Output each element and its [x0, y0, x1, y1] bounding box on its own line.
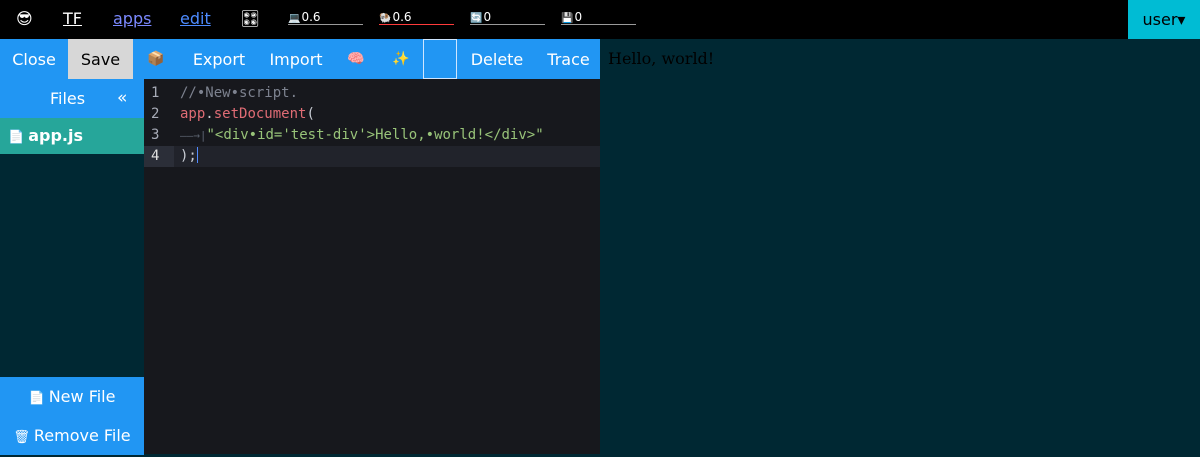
code-string: "<div•id='test-div'>Hello,•world!</div>"	[206, 127, 544, 143]
refresh-icon: 🔄	[470, 13, 483, 24]
files-header: Files «	[0, 79, 144, 118]
import-button[interactable]: Import	[259, 39, 333, 79]
sparkles-icon[interactable]: ✨	[379, 39, 423, 79]
close-button[interactable]: Close	[0, 39, 68, 79]
preview-pane: Hello, world!	[600, 39, 1200, 454]
code-line[interactable]: 1 //•New•script.	[144, 83, 600, 104]
user-menu-button[interactable]: user▾	[1128, 0, 1200, 39]
remove-file-button[interactable]: 🗑 Remove File	[0, 416, 144, 455]
edit-link[interactable]: edit	[180, 9, 211, 29]
preview-test-div: Hello, world!	[608, 49, 715, 68]
export-button[interactable]: Export	[179, 39, 259, 79]
tab-indent-marker: ——→|	[180, 129, 207, 142]
trace-button[interactable]: Trace	[537, 39, 600, 79]
line-number: 3	[151, 127, 160, 143]
file-icon: 📄	[28, 391, 45, 406]
file-icon: 📄	[8, 130, 25, 145]
code-editor[interactable]: 1 //•New•script. 2 app.setDocument( 3 ——…	[144, 79, 600, 454]
code-comment: //•New•script.	[180, 85, 299, 101]
network-meter-value: 0	[483, 10, 492, 24]
code-line[interactable]: 2 app.setDocument(	[144, 104, 600, 125]
code-dot: .	[205, 106, 214, 122]
floppy-disk-icon: 💾	[561, 13, 574, 24]
apps-link[interactable]: apps	[113, 9, 151, 29]
code-object: app	[180, 106, 206, 122]
disk-meter: 💾0	[561, 10, 636, 25]
emoji-face-icon[interactable]: 😎	[16, 9, 33, 29]
blank-button[interactable]	[423, 39, 457, 79]
editor-toolbar: Close Save 📦 Export Import 🧠 ✨ Delete Tr…	[0, 39, 600, 79]
line-number: 2	[151, 106, 160, 122]
line-number: 1	[151, 85, 160, 101]
files-title: Files	[50, 89, 86, 108]
memory-meter: 🐏0.6	[379, 10, 454, 25]
code-line-active[interactable]: 4 );	[144, 146, 600, 167]
laptop-icon: 💻	[288, 13, 301, 24]
delete-button[interactable]: Delete	[457, 39, 537, 79]
tf-link[interactable]: TF	[63, 9, 82, 29]
remove-file-label: Remove File	[33, 426, 131, 445]
line-number: 4	[144, 146, 174, 167]
cpu-meter-value: 0.6	[301, 10, 321, 24]
file-item-app-js[interactable]: 📄 app.js	[0, 118, 144, 154]
save-button[interactable]: Save	[68, 39, 133, 79]
text-cursor	[196, 147, 198, 163]
file-sidebar: Files « 📄 app.js 📄 New File 🗑 Remove File	[0, 79, 144, 455]
trash-icon: 🗑	[13, 430, 30, 445]
code-line[interactable]: 3 ——→|"<div•id='test-div'>Hello,•world!<…	[144, 125, 600, 146]
ram-icon: 🐏	[379, 13, 392, 24]
cpu-meter: 💻0.6	[288, 10, 363, 25]
file-name: app.js	[28, 126, 83, 145]
brain-icon[interactable]: 🧠	[333, 39, 379, 79]
new-file-button[interactable]: 📄 New File	[0, 377, 144, 416]
code-method: setDocument	[213, 106, 307, 122]
disk-meter-value: 0	[574, 10, 583, 24]
code-close: );	[180, 148, 197, 164]
new-file-label: New File	[48, 387, 116, 406]
top-bar: 😎 TF apps edit 🎛 💻0.6 🐏0.6 🔄0 💾0 user▾	[0, 0, 1200, 39]
package-icon[interactable]: 📦	[133, 39, 179, 79]
collapse-sidebar-icon[interactable]: «	[117, 79, 127, 118]
control-knobs-icon[interactable]: 🎛	[240, 9, 260, 29]
code-paren: (	[306, 106, 315, 122]
memory-meter-value: 0.6	[392, 10, 412, 24]
network-meter: 🔄0	[470, 10, 545, 25]
